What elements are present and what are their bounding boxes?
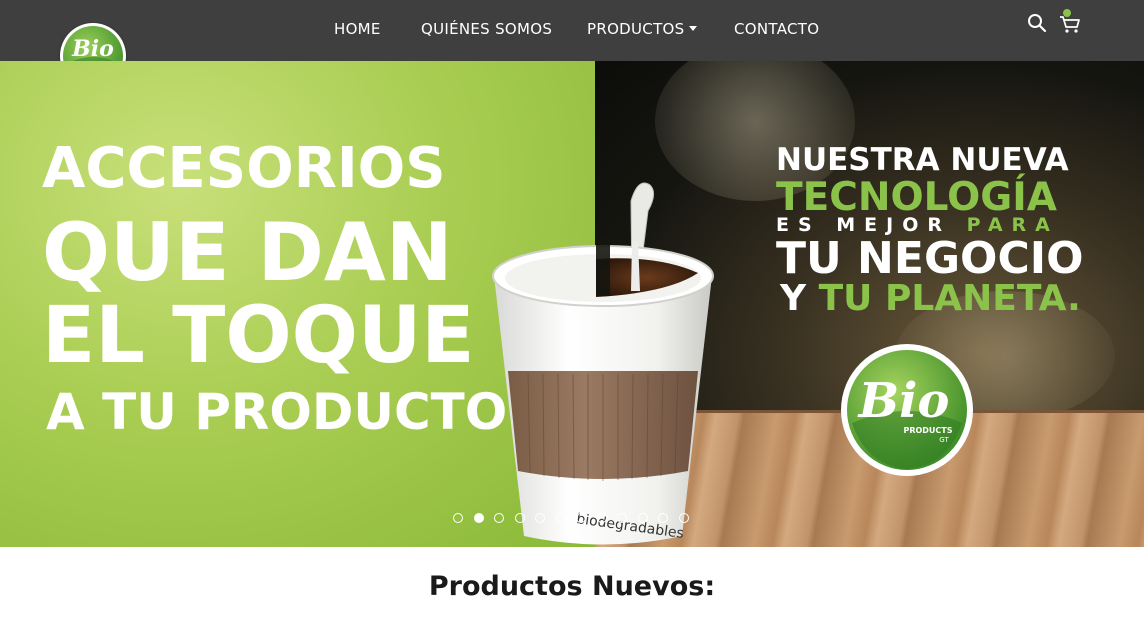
slider-dot-9[interactable] xyxy=(617,513,627,523)
nav-contact-link[interactable]: CONTACTO xyxy=(734,18,819,40)
cart-icon[interactable] xyxy=(1059,14,1081,39)
chevron-down-icon xyxy=(689,26,698,31)
hero-left-line-2: QUE DAN xyxy=(42,206,453,299)
nav-about-link[interactable]: QUIÉNES SOMOS xyxy=(421,18,552,40)
hero-slider[interactable]: ACCESORIOS QUE DAN EL TOQUE A TU PRODUCT… xyxy=(0,61,1144,547)
site-header: HOME QUIÉNES SOMOS PRODUCTOS CONTACTO xyxy=(0,0,1144,61)
slider-dot-8[interactable] xyxy=(597,513,607,523)
badge-sub: PRODUCTS xyxy=(903,426,952,435)
hero-right-line-4: TU NEGOCIO xyxy=(776,233,1084,284)
slider-dot-11[interactable] xyxy=(658,513,668,523)
hero-right-line-5a: Y xyxy=(780,278,807,319)
badge-text: Bio xyxy=(857,373,950,429)
nav-home-link[interactable]: HOME xyxy=(334,18,381,40)
slider-dot-1[interactable] xyxy=(453,513,463,523)
hero-left-line-4: A TU PRODUCTO xyxy=(46,383,508,441)
hero-left-line-3: EL TOQUE xyxy=(42,291,475,381)
hero-right-line-1: NUESTRA NUEVA xyxy=(776,142,1069,178)
slider-dot-6[interactable] xyxy=(556,513,566,523)
hero-right-line-2: TECNOLOGÍA xyxy=(776,175,1057,220)
logo-text: Bio xyxy=(71,36,114,62)
slider-dot-3[interactable] xyxy=(494,513,504,523)
search-icon[interactable] xyxy=(1027,13,1047,38)
slider-dot-2[interactable] xyxy=(474,513,484,523)
main-nav: HOME QUIÉNES SOMOS PRODUCTOS CONTACTO xyxy=(0,18,1144,40)
badge-suffix: GT xyxy=(939,436,949,444)
hero-left-line-1: ACCESORIOS xyxy=(42,136,446,201)
nav-products-label: PRODUCTOS xyxy=(587,20,685,38)
section-title-new-products: Productos Nuevos: xyxy=(428,571,716,602)
slider-dot-12[interactable] xyxy=(679,513,689,523)
slider-dot-4[interactable] xyxy=(515,513,525,523)
hero-right-line-5b: TU PLANETA. xyxy=(818,278,1081,319)
slider-dot-10[interactable] xyxy=(638,513,648,523)
cart-count-badge xyxy=(1063,9,1071,17)
slider-dot-5[interactable] xyxy=(535,513,545,523)
coffee-cup-image: biodegradables xyxy=(488,181,718,547)
nav-products-dropdown[interactable]: PRODUCTOS xyxy=(587,18,698,40)
bio-badge: Bio PRODUCTS GT xyxy=(840,343,974,477)
slider-dot-7[interactable] xyxy=(576,513,586,523)
